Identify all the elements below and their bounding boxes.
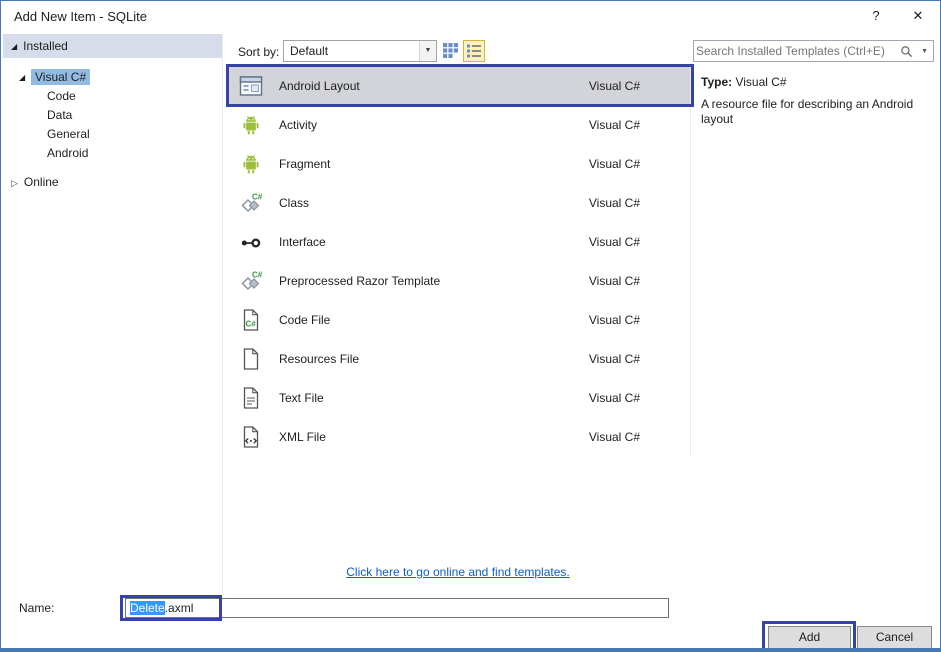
template-name: Class (279, 196, 310, 210)
template-name: Android Layout (279, 79, 360, 93)
close-icon[interactable]: ✕ (902, 5, 934, 27)
interface-icon (239, 230, 263, 254)
online-section[interactable]: ▷ Online (3, 173, 222, 192)
tree-item-label: Code (47, 89, 76, 103)
categories-panel: ◢ Installed ◢ Visual C# Code Data General Andr… (3, 34, 223, 592)
template-item-android-layout[interactable]: Android Layout Visual C# (229, 67, 690, 106)
template-type: Visual C# (588, 352, 640, 366)
tree-item-visual-c[interactable]: ◢ Visual C# (3, 68, 222, 87)
template-name: Code File (279, 313, 331, 327)
template-type: Visual C# (588, 235, 640, 249)
template-item-interface[interactable]: Interface Visual C# (229, 223, 690, 262)
template-item-activity[interactable]: Activity Visual C# (229, 106, 690, 145)
template-item-preprocessed-razor-template[interactable]: C# Preprocessed Razor Template Visual C# (229, 262, 690, 301)
template-type: Visual C# (588, 79, 640, 93)
template-item-code-file[interactable]: C# Code File Visual C# (229, 301, 690, 340)
textfile-icon (239, 386, 263, 410)
tree-item-label: Data (47, 108, 73, 122)
template-type: Visual C# (588, 391, 640, 405)
grid-view-icon (442, 43, 459, 62)
razor-icon: C# (239, 269, 263, 293)
expanded-triangle-icon[interactable]: ◢ (19, 68, 31, 87)
add-button[interactable]: Add (768, 626, 851, 648)
name-rest-text: .axml (164, 601, 194, 615)
tree-item-android[interactable]: Android (3, 144, 222, 163)
template-item-resources-file[interactable]: Resources File Visual C# (229, 340, 690, 379)
tree-item-data[interactable]: Data (3, 106, 222, 125)
template-name: Preprocessed Razor Template (279, 274, 441, 288)
help-icon[interactable]: ? (860, 5, 892, 27)
android-icon (239, 152, 263, 176)
search-dropdown-icon[interactable]: ▼ (921, 48, 928, 55)
xmlfile-icon (239, 425, 263, 449)
name-label: Name: (19, 601, 55, 615)
android-icon (239, 113, 263, 137)
tree-item-label: Android (47, 146, 89, 160)
tree-item-label: Visual C# (31, 69, 91, 85)
search-icon[interactable] (900, 45, 913, 61)
search-input[interactable] (696, 42, 886, 60)
template-name: Text File (279, 391, 324, 405)
svg-text:C#: C# (252, 271, 263, 280)
layout-icon (239, 74, 263, 98)
expanded-triangle-icon: ◢ (11, 42, 18, 51)
add-new-item-dialog: Add New Item - SQLite ? ✕ ◢ Installed ◢ Vi… (0, 0, 941, 652)
collapsed-triangle-icon: ▷ (11, 178, 18, 188)
sort-dropdown[interactable]: Default ▼ (283, 40, 437, 62)
cancel-button[interactable]: Cancel (857, 626, 932, 648)
svg-text:C#: C# (246, 320, 257, 329)
template-item-text-file[interactable]: Text File Visual C# (229, 379, 690, 418)
template-item-class[interactable]: C# Class Visual C# (229, 184, 690, 223)
installed-section[interactable]: ◢ Installed (3, 34, 222, 58)
template-type: Visual C# (588, 118, 640, 132)
name-input[interactable]: Delete.axml (125, 598, 669, 618)
template-type-row: Type: Visual C# (701, 75, 787, 89)
template-item-fragment[interactable]: Fragment Visual C# (229, 145, 690, 184)
list-view-button[interactable] (463, 40, 485, 62)
type-value: Visual C# (735, 75, 787, 89)
class-icon: C# (239, 191, 263, 215)
chevron-down-icon: ▼ (419, 41, 436, 61)
type-label: Type: (701, 75, 733, 89)
file-icon (239, 347, 263, 371)
svg-text:C#: C# (252, 193, 263, 202)
search-box: ▼ (693, 40, 934, 62)
tree-item-label: General (47, 127, 90, 141)
category-tree: ◢ Visual C# Code Data General Android (3, 58, 222, 163)
titlebar[interactable]: Add New Item - SQLite ? ✕ (1, 1, 940, 31)
tree-item-code[interactable]: Code (3, 87, 222, 106)
template-name: Fragment (279, 157, 331, 171)
template-name: XML File (279, 430, 326, 444)
template-type: Visual C# (588, 313, 640, 327)
online-label: Online (23, 175, 59, 189)
template-name: Resources File (279, 352, 360, 366)
tree-item-general[interactable]: General (3, 125, 222, 144)
sort-by-label: Sort by: (238, 45, 280, 59)
name-selected-text: Delete (130, 601, 165, 615)
template-description: A resource file for describing an Androi… (701, 97, 914, 126)
template-list: Android Layout Visual C# Activity Visual C#… (229, 67, 691, 457)
medium-icons-view-button[interactable] (439, 40, 461, 62)
sort-selected-value: Default (290, 44, 329, 58)
template-item-xml-file[interactable]: XML File Visual C# (229, 418, 690, 457)
template-type: Visual C# (588, 157, 640, 171)
template-type: Visual C# (588, 196, 640, 210)
online-templates-link-row: Click here to go online and find templat… (225, 565, 691, 579)
template-name: Activity (279, 118, 318, 132)
template-type: Visual C# (588, 274, 640, 288)
template-type: Visual C# (588, 430, 640, 444)
window-title: Add New Item - SQLite (14, 9, 147, 24)
template-name: Interface (279, 235, 326, 249)
installed-label: Installed (23, 39, 68, 53)
online-templates-link[interactable]: Click here to go online and find templat… (346, 565, 569, 579)
codefile-icon: C# (239, 308, 263, 332)
list-view-icon (466, 44, 482, 62)
